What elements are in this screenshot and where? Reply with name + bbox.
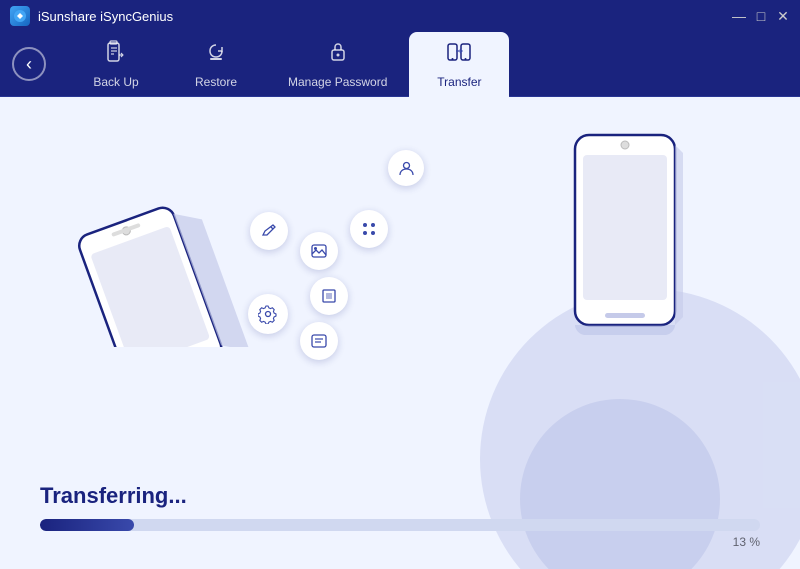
backup-icon — [103, 39, 129, 71]
tab-backup-label: Back Up — [93, 75, 138, 89]
target-phone — [555, 125, 695, 350]
app-logo — [10, 6, 30, 26]
tab-restore-label: Restore — [195, 75, 237, 89]
maximize-button[interactable]: □ — [754, 9, 768, 23]
tab-password-label: Manage Password — [288, 75, 387, 89]
progress-bar-fill — [40, 519, 134, 531]
password-icon — [325, 39, 351, 71]
progress-bar-container — [40, 519, 760, 531]
tab-restore[interactable]: Restore — [166, 32, 266, 97]
source-phone — [55, 147, 275, 352]
back-button[interactable]: ‹ — [12, 47, 46, 81]
tab-transfer-label: Transfer — [437, 75, 481, 89]
restore-icon — [203, 39, 229, 71]
main-content: Transferring... 13 % — [0, 97, 800, 569]
title-bar-left: iSunshare iSyncGenius — [10, 6, 173, 26]
app-title: iSunshare iSyncGenius — [38, 9, 173, 24]
tab-transfer[interactable]: Transfer — [409, 32, 509, 97]
nav-bar: ‹ Back Up — [0, 32, 800, 97]
transfer-icon — [446, 39, 472, 71]
window-controls: — □ ✕ — [732, 9, 790, 23]
illustration — [0, 97, 800, 473]
tab-password[interactable]: Manage Password — [266, 32, 409, 97]
title-bar: iSunshare iSyncGenius — □ ✕ — [0, 0, 800, 32]
nav-tabs: Back Up Restore Manage Pas — [66, 32, 509, 97]
close-button[interactable]: ✕ — [776, 9, 790, 23]
tab-backup[interactable]: Back Up — [66, 32, 166, 97]
minimize-button[interactable]: — — [732, 9, 746, 23]
